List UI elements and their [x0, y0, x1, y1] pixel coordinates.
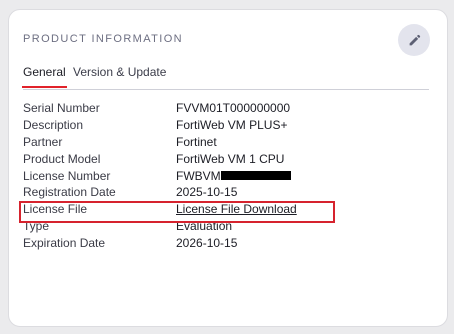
highlight-box	[19, 201, 335, 223]
row-value: FortiWeb VM 1 CPU	[176, 151, 285, 166]
product-information-card: PRODUCT INFORMATION General Version & Up…	[8, 9, 448, 327]
row-value: Fortinet	[176, 134, 217, 149]
row-value: FWBVM	[176, 169, 291, 183]
active-tab-indicator	[22, 86, 67, 88]
tab-general-label: General	[23, 65, 66, 79]
row-label: Expiration Date	[23, 236, 106, 251]
row-label: Serial Number	[23, 101, 100, 115]
row-label: Partner	[23, 134, 63, 149]
tab-version-update-label: Version & Update	[73, 65, 167, 79]
row-value: FVVM01T000000000	[176, 101, 291, 115]
row-label: Description	[23, 117, 84, 132]
card-title: PRODUCT INFORMATION	[23, 33, 184, 45]
edit-button[interactable]	[398, 24, 430, 56]
tab-bar: General Version & Update	[22, 65, 429, 90]
tab-general[interactable]: General	[22, 65, 67, 88]
row-label: Registration Date	[23, 185, 116, 200]
pencil-icon	[409, 34, 420, 45]
redaction-bar	[220, 170, 291, 180]
license-number-text: FWBVM	[176, 168, 221, 183]
row-value: FortiWeb VM PLUS+	[176, 117, 288, 132]
row-value: 2025-10-15	[176, 185, 238, 200]
row-label: License Number	[23, 168, 111, 183]
row-label: Product Model	[23, 151, 101, 166]
row-value: 2026-10-15	[176, 236, 238, 251]
tab-version-update[interactable]: Version & Update	[73, 65, 166, 87]
